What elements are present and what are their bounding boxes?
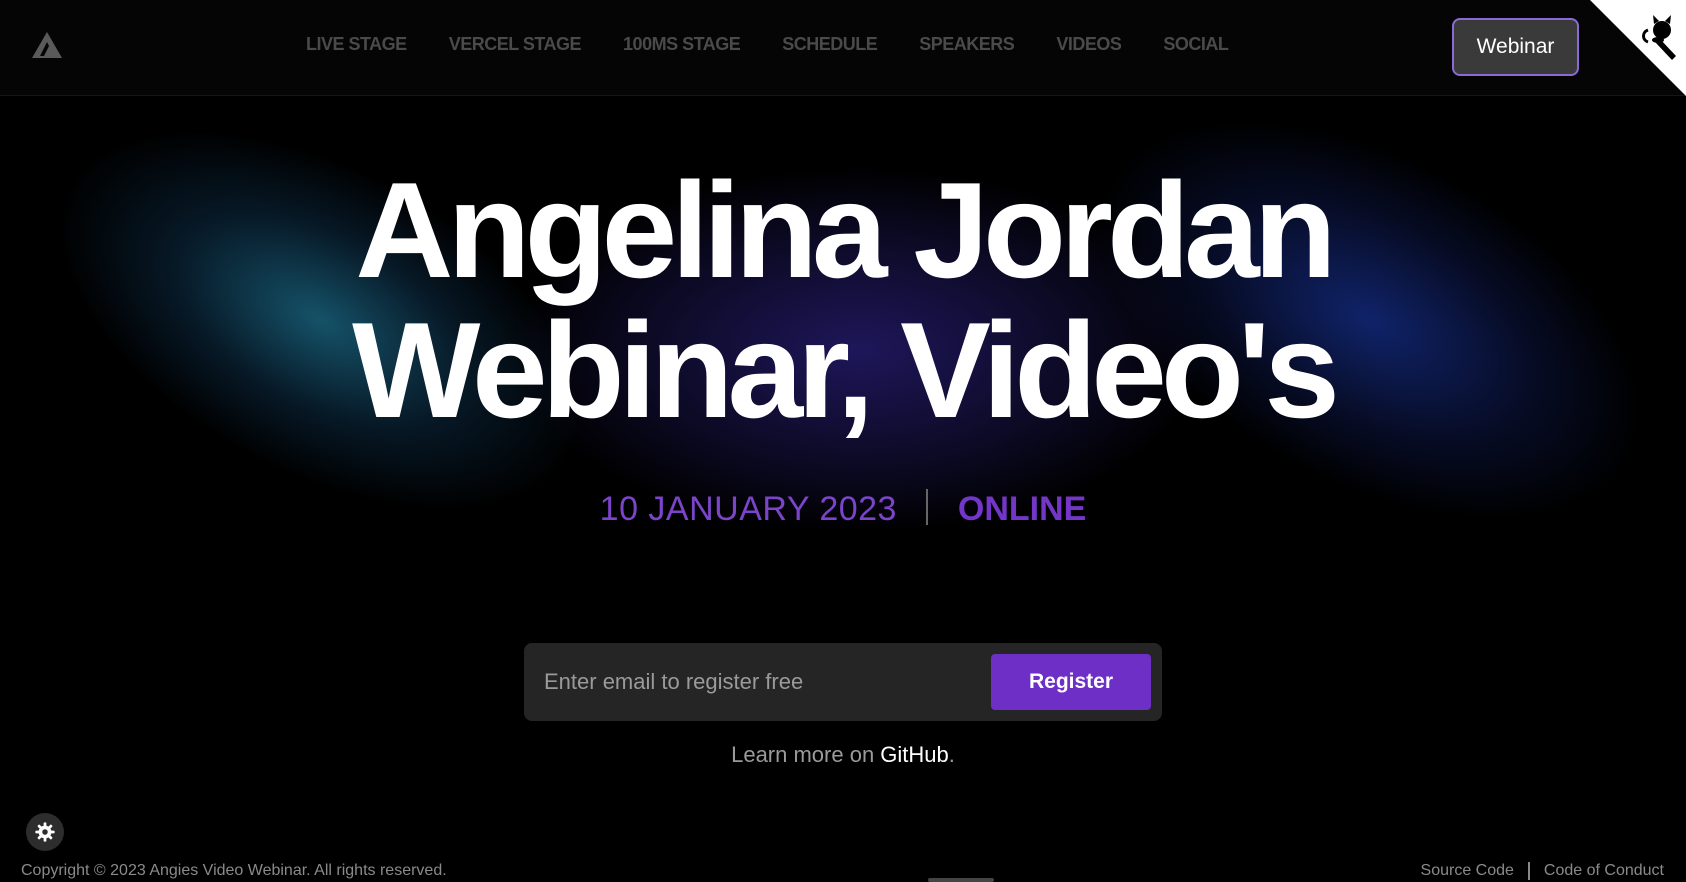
learn-more: Learn more on GitHub. (0, 742, 1686, 768)
github-link[interactable]: GitHub (880, 742, 948, 767)
learn-more-prefix: Learn more on (731, 742, 881, 767)
hero-title: Angelina Jordan Webinar, Video's (0, 160, 1686, 440)
nav-item-schedule[interactable]: SCHEDULE (782, 34, 878, 55)
register-button[interactable]: Register (991, 654, 1151, 710)
source-code-link[interactable]: Source Code (1421, 862, 1514, 880)
triangle-logo-icon[interactable] (30, 30, 64, 60)
site-header: LIVE STAGE VERCEL STAGE 100MS STAGE SCHE… (0, 0, 1686, 96)
register-form: Register (524, 643, 1162, 721)
learn-more-suffix: . (948, 742, 955, 767)
nav-item-videos[interactable]: VIDEOS (1056, 34, 1122, 55)
event-location: ONLINE (957, 490, 1087, 528)
email-input[interactable] (544, 662, 974, 702)
nav-item-vercel-stage[interactable]: VERCEL STAGE (449, 34, 582, 55)
nav-item-live-stage[interactable]: LIVE STAGE (306, 34, 407, 55)
nav-item-speakers[interactable]: SPEAKERS (919, 34, 1015, 55)
code-of-conduct-link[interactable]: Code of Conduct (1544, 862, 1664, 880)
webinar-button[interactable]: Webinar (1452, 18, 1579, 76)
event-meta: 10 JANUARY 2023 ONLINE (0, 489, 1686, 529)
scroll-indicator (928, 878, 994, 882)
nav-item-100ms-stage[interactable]: 100MS STAGE (623, 34, 741, 55)
page: LIVE STAGE VERCEL STAGE 100MS STAGE SCHE… (0, 0, 1686, 882)
hero-title-line2: Webinar, Video's (352, 294, 1340, 446)
copyright-text: Copyright © 2023 Angies Video Webinar. A… (21, 862, 447, 879)
gear-icon (35, 822, 55, 842)
github-corner-link[interactable] (1590, 0, 1686, 96)
hero-title-line1: Angelina Jordan (355, 154, 1337, 306)
main-nav: LIVE STAGE VERCEL STAGE 100MS STAGE SCHE… (306, 34, 1270, 55)
settings-button[interactable] (26, 813, 64, 851)
nav-item-social[interactable]: SOCIAL (1163, 34, 1229, 55)
footer-links: Source Code Code of Conduct (1421, 862, 1664, 880)
event-date: 10 JANUARY 2023 (599, 490, 897, 528)
github-octocat-icon (1590, 0, 1686, 96)
meta-divider (926, 489, 929, 526)
footer-divider (1527, 862, 1530, 880)
